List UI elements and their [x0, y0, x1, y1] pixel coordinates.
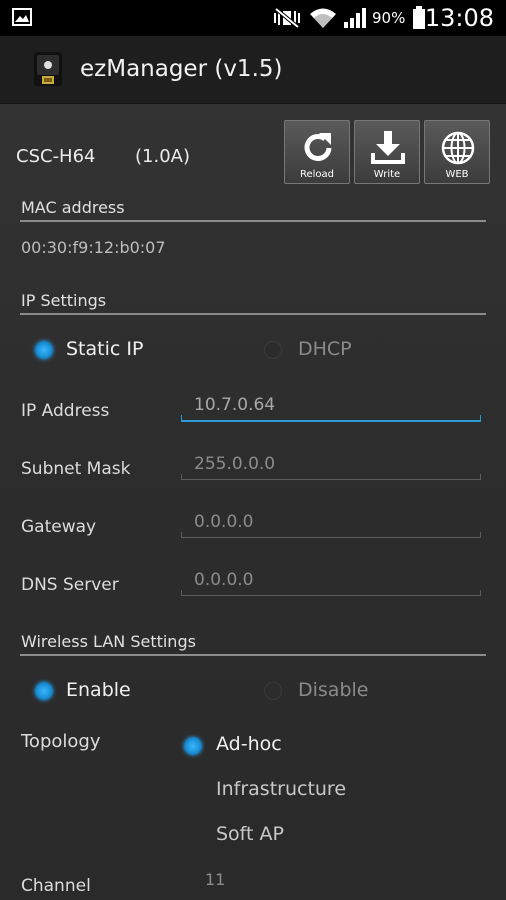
ip-address-underline-end — [480, 415, 481, 421]
signal-icon — [343, 7, 367, 33]
static-ip-radio[interactable] — [35, 341, 53, 359]
wifi-icon — [309, 6, 337, 34]
subnet-underline-end — [480, 474, 481, 480]
ip-section-header: IP Settings — [21, 291, 107, 310]
gateway-underline-start — [181, 532, 182, 538]
static-ip-label[interactable]: Static IP — [66, 338, 143, 360]
ip-section-divider — [20, 313, 486, 315]
channel-field[interactable]: 11 — [205, 870, 225, 889]
topology-adhoc-radio[interactable] — [184, 737, 202, 755]
status-bar: 90% 13:08 — [0, 0, 506, 36]
dhcp-radio[interactable] — [264, 341, 282, 359]
dns-underline-start — [181, 590, 182, 596]
topology-infrastructure-label[interactable]: Infrastructure — [216, 778, 346, 800]
topology-adhoc-label[interactable]: Ad-hoc — [216, 733, 282, 755]
mac-section-header: MAC address — [21, 198, 125, 217]
reload-icon — [304, 133, 332, 161]
picture-notification-icon — [12, 8, 32, 30]
globe-icon — [441, 131, 475, 165]
clock: 13:08 — [424, 4, 494, 32]
app-title: ezManager (v1.5) — [80, 56, 283, 82]
gateway-label: Gateway — [21, 517, 97, 537]
device-version: (1.0A) — [135, 146, 190, 167]
channel-label: Channel — [21, 876, 91, 896]
wlan-section-divider — [20, 654, 486, 656]
dns-server-label: DNS Server — [21, 575, 119, 595]
web-label: WEB — [445, 169, 469, 180]
vibrate-mute-icon — [272, 7, 302, 32]
reload-button[interactable]: Reload — [284, 120, 350, 184]
write-label: Write — [373, 169, 401, 180]
gateway-underline — [181, 537, 481, 538]
subnet-mask-underline — [181, 479, 481, 480]
dns-underline-end — [480, 590, 481, 596]
wlan-disable-label[interactable]: Disable — [298, 679, 368, 701]
gateway-underline-end — [480, 532, 481, 538]
ip-address-underline-start — [181, 415, 182, 421]
gateway-field[interactable]: 0.0.0.0 — [194, 512, 253, 532]
ip-address-label: IP Address — [21, 401, 110, 421]
mac-address-value: 00:30:f9:12:b0:07 — [21, 238, 166, 257]
ip-address-field[interactable]: 10.7.0.64 — [194, 395, 275, 415]
wlan-disable-radio[interactable] — [264, 682, 282, 700]
main-content: CSC-H64 (1.0A) Reload Write WEB MAC addr… — [0, 104, 506, 900]
write-button[interactable]: Write — [354, 120, 420, 184]
dns-server-underline — [181, 595, 481, 596]
topology-label: Topology — [21, 731, 101, 752]
app-logo-icon[interactable] — [30, 50, 66, 92]
mac-section-divider — [20, 220, 486, 222]
topology-softap-label[interactable]: Soft AP — [216, 823, 284, 845]
device-model: CSC-H64 — [16, 146, 96, 167]
ip-address-underline — [181, 420, 481, 422]
reload-label: Reload — [299, 169, 335, 180]
dns-server-field[interactable]: 0.0.0.0 — [194, 570, 253, 590]
download-icon — [371, 131, 405, 164]
web-button[interactable]: WEB — [424, 120, 490, 184]
battery-percent: 90% — [372, 9, 406, 27]
dhcp-label[interactable]: DHCP — [298, 338, 352, 360]
wlan-enable-label[interactable]: Enable — [66, 679, 131, 701]
app-bar: ezManager (v1.5) — [0, 36, 506, 104]
wlan-enable-radio[interactable] — [35, 682, 53, 700]
subnet-underline-start — [181, 474, 182, 480]
subnet-mask-label: Subnet Mask — [21, 459, 131, 479]
subnet-mask-field[interactable]: 255.0.0.0 — [194, 454, 275, 474]
wlan-section-header: Wireless LAN Settings — [21, 632, 196, 651]
